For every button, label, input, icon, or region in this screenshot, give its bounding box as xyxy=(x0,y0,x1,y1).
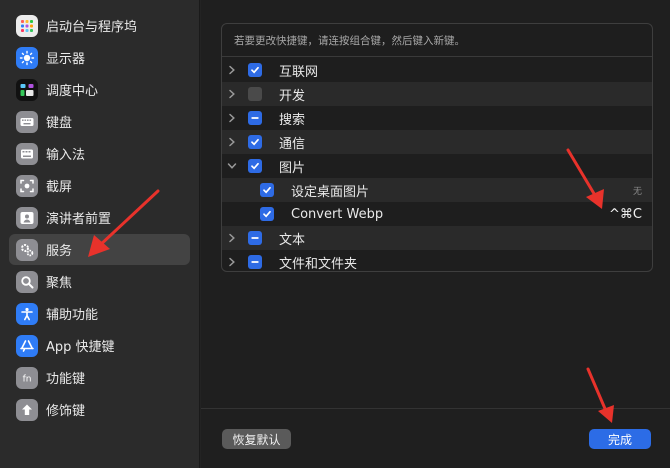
checkbox[interactable] xyxy=(260,183,274,197)
service-group-label: 通信 xyxy=(279,136,306,152)
spotlight-icon xyxy=(16,270,38,293)
sidebar-item-label: 辅助功能 xyxy=(46,308,99,323)
restore-defaults-button[interactable]: 恢复默认 xyxy=(222,429,291,449)
shortcut-hint: 若要更改快捷键，请连按组合键，然后键入新键。 xyxy=(234,35,465,47)
keyboard-icon xyxy=(16,110,38,133)
checkbox[interactable] xyxy=(260,207,274,221)
chevron-right-icon[interactable] xyxy=(226,112,238,124)
sidebar-item-presenter[interactable]: 演讲者前置 xyxy=(9,202,190,233)
service-group-row[interactable]: 文本 xyxy=(222,226,652,250)
done-button[interactable]: 完成 xyxy=(589,429,651,449)
sidebar: 启动台与程序坞 显示器 调度中心 键盘 输入法 截屏 演讲者前置 服务 聚焦 辅… xyxy=(0,0,200,468)
service-group-row[interactable]: 搜索 xyxy=(222,106,652,130)
checkbox[interactable] xyxy=(248,87,262,101)
service-group-label: 文本 xyxy=(279,232,306,248)
display-icon xyxy=(16,46,38,69)
service-group-label: 搜索 xyxy=(279,112,306,128)
chevron-right-icon[interactable] xyxy=(226,232,238,244)
service-group-label: 开发 xyxy=(279,88,306,104)
checkbox[interactable] xyxy=(248,63,262,77)
service-group-label: 图片 xyxy=(279,160,306,176)
service-group-row[interactable]: 图片 xyxy=(222,154,652,178)
sidebar-item-label: 启动台与程序坞 xyxy=(46,20,138,35)
sidebar-item-label: 修饰键 xyxy=(46,404,86,419)
checkbox-mixed[interactable] xyxy=(248,111,262,125)
checkbox-mixed[interactable] xyxy=(248,231,262,245)
sidebar-item-services[interactable]: 服务 xyxy=(9,234,190,265)
service-group-label: 文件和文件夹 xyxy=(279,256,358,272)
fn-key-icon: fn xyxy=(16,366,38,389)
modifier-key-icon xyxy=(16,398,38,421)
sidebar-item-fn-keys[interactable]: fn 功能键 xyxy=(9,362,190,393)
sidebar-item-screenshot[interactable]: 截屏 xyxy=(9,170,190,201)
service-group-label: 互联网 xyxy=(279,64,319,80)
sidebar-item-input-method[interactable]: 输入法 xyxy=(9,138,190,169)
sidebar-item-spotlight[interactable]: 聚焦 xyxy=(9,266,190,297)
input-method-icon xyxy=(16,142,38,165)
service-item-label: Convert Webp xyxy=(291,206,384,222)
service-group-row[interactable]: 通信 xyxy=(222,130,652,154)
chevron-right-icon[interactable] xyxy=(226,136,238,148)
launchpad-icon xyxy=(16,14,38,37)
sidebar-item-label: 截屏 xyxy=(46,180,73,195)
service-item-row[interactable]: Convert Webp ^⌘C xyxy=(222,202,652,226)
sidebar-item-label: 服务 xyxy=(46,244,73,259)
mission-control-icon xyxy=(16,78,38,101)
svg-text:fn: fn xyxy=(23,374,32,384)
sidebar-item-label: 键盘 xyxy=(46,116,73,131)
sidebar-item-label: 输入法 xyxy=(46,148,86,163)
sidebar-item-label: 演讲者前置 xyxy=(46,212,112,227)
service-item-row[interactable]: 设定桌面图片 无 xyxy=(222,178,652,202)
checkbox[interactable] xyxy=(248,135,262,149)
services-gear-icon xyxy=(16,238,38,261)
sidebar-item-launchpad[interactable]: 启动台与程序坞 xyxy=(9,10,190,41)
chevron-down-icon[interactable] xyxy=(226,160,238,172)
service-group-row[interactable]: 互联网 xyxy=(222,58,652,82)
footer-divider xyxy=(201,408,670,409)
divider xyxy=(222,56,652,57)
shortcut-value[interactable]: 无 xyxy=(633,184,642,197)
screenshot-icon xyxy=(16,174,38,197)
chevron-right-icon[interactable] xyxy=(226,64,238,76)
sidebar-item-label: 调度中心 xyxy=(46,84,99,99)
presenter-icon xyxy=(16,206,38,229)
sidebar-item-app-shortcuts[interactable]: App 快捷键 xyxy=(9,330,190,361)
app-store-icon xyxy=(16,334,38,357)
sidebar-item-label: 显示器 xyxy=(46,52,86,67)
sidebar-item-accessibility[interactable]: 辅助功能 xyxy=(9,298,190,329)
chevron-right-icon[interactable] xyxy=(226,256,238,268)
sidebar-item-display[interactable]: 显示器 xyxy=(9,42,190,73)
accessibility-icon xyxy=(16,302,38,325)
sidebar-item-label: 功能键 xyxy=(46,372,86,387)
services-list: 若要更改快捷键，请连按组合键，然后键入新键。 互联网 开发 搜索 通信 图片 设… xyxy=(221,23,653,272)
sidebar-item-modifier-keys[interactable]: 修饰键 xyxy=(9,394,190,425)
service-group-row[interactable]: 文件和文件夹 xyxy=(222,250,652,272)
checkbox[interactable] xyxy=(248,159,262,173)
service-item-label: 设定桌面图片 xyxy=(291,184,370,200)
services-shortcuts-pane: 若要更改快捷键，请连按组合键，然后键入新键。 互联网 开发 搜索 通信 图片 设… xyxy=(201,0,670,468)
sidebar-item-label: 聚焦 xyxy=(46,276,73,291)
sidebar-item-label: App 快捷键 xyxy=(46,340,115,355)
service-group-row[interactable]: 开发 xyxy=(222,82,652,106)
checkbox-mixed[interactable] xyxy=(248,255,262,269)
chevron-right-icon[interactable] xyxy=(226,88,238,100)
sidebar-item-keyboard[interactable]: 键盘 xyxy=(9,106,190,137)
sidebar-item-mission-control[interactable]: 调度中心 xyxy=(9,74,190,105)
shortcut-value[interactable]: ^⌘C xyxy=(609,207,642,222)
